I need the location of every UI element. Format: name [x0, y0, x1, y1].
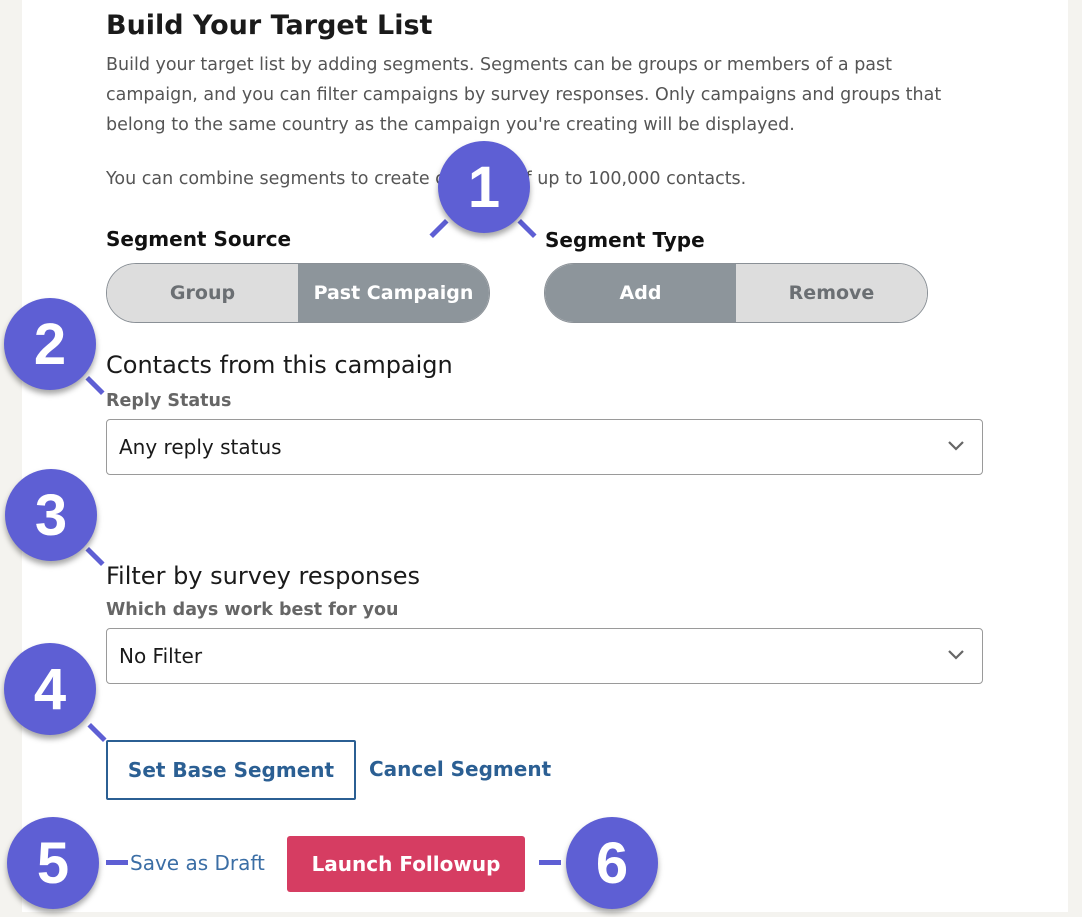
- segment-type-toggle: Add Remove: [544, 263, 928, 323]
- reply-status-label: Reply Status: [106, 391, 232, 411]
- survey-filter-select[interactable]: No Filter: [106, 628, 983, 684]
- save-as-draft-link[interactable]: Save as Draft: [130, 851, 265, 875]
- callout-badge-5: 5: [7, 817, 99, 909]
- cancel-segment-link[interactable]: Cancel Segment: [369, 757, 551, 781]
- chevron-down-icon: [948, 650, 964, 660]
- segment-type-remove-option[interactable]: Remove: [736, 264, 927, 322]
- chevron-down-icon: [948, 441, 964, 451]
- segment-source-toggle: Group Past Campaign: [106, 263, 490, 323]
- reply-status-select[interactable]: Any reply status: [106, 419, 983, 475]
- launch-followup-button[interactable]: Launch Followup: [287, 836, 525, 892]
- set-base-segment-button[interactable]: Set Base Segment: [106, 740, 356, 800]
- callout-badge-6: 6: [566, 817, 658, 909]
- page-title: Build Your Target List: [106, 10, 433, 41]
- page-description: Build your target list by adding segment…: [106, 55, 942, 135]
- callout-badge-1: 1: [438, 141, 530, 233]
- combine-note: You can combine segments to create c of u…: [106, 169, 746, 189]
- callout-badge-3: 3: [5, 469, 97, 561]
- callout-badge-2: 2: [4, 298, 96, 390]
- combine-note-start: You can combine segments to create c: [106, 169, 445, 189]
- survey-filter-heading: Filter by survey responses: [106, 562, 421, 590]
- callout-5-connector: [106, 860, 128, 865]
- segment-source-group-option[interactable]: Group: [107, 264, 298, 322]
- contacts-heading: Contacts from this campaign: [106, 351, 453, 379]
- segment-source-past-campaign-option[interactable]: Past Campaign: [298, 264, 489, 322]
- callout-badge-4: 4: [4, 643, 96, 735]
- reply-status-value: Any reply status: [119, 435, 282, 459]
- segment-source-label: Segment Source: [106, 227, 292, 251]
- survey-filter-value: No Filter: [119, 644, 203, 668]
- callout-6-connector: [539, 860, 561, 865]
- survey-question-label: Which days work best for you: [106, 600, 399, 620]
- segment-type-label: Segment Type: [545, 228, 705, 252]
- segment-type-add-option[interactable]: Add: [545, 264, 736, 322]
- combine-note-end: of up to 100,000 contacts.: [514, 169, 747, 189]
